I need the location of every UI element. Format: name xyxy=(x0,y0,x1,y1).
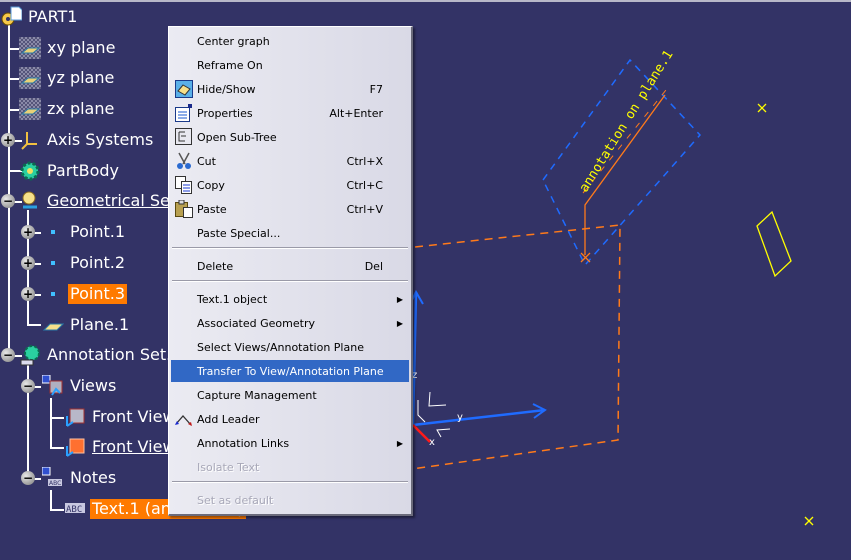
menu-item-associated-geometry[interactable]: Associated Geometry ▶ xyxy=(171,312,409,334)
tree-node-xy-plane[interactable]: xy plane xyxy=(19,36,117,60)
menu-separator xyxy=(172,481,408,483)
copy-icon xyxy=(173,175,195,195)
menu-item-open-sub-tree[interactable]: Open Sub-Tree xyxy=(171,126,409,148)
menu-item-paste-special[interactable]: Paste Special... xyxy=(171,222,409,244)
partbody-gear-icon xyxy=(19,160,41,182)
menu-item-center-graph[interactable]: Center graph xyxy=(171,30,409,52)
tree-node-point-3[interactable]: Point.3 xyxy=(42,282,127,306)
submenu-arrow-icon: ▶ xyxy=(396,294,403,304)
point-marker-icon[interactable] xyxy=(757,103,767,113)
axis-label-y: y xyxy=(457,412,463,423)
menu-separator xyxy=(172,280,408,282)
plane-surface-icon xyxy=(42,314,65,336)
point-icon xyxy=(42,252,64,274)
annotation-set-icon xyxy=(19,344,41,366)
3d-viewport[interactable]: annotation on plane.1 z y x xyxy=(0,0,851,560)
scissors-icon xyxy=(173,151,195,171)
tree-node-partbody[interactable]: PartBody xyxy=(19,159,121,183)
point-marker-icon[interactable] xyxy=(804,516,814,526)
menu-item-hide-show[interactable]: Hide/Show F7 xyxy=(171,78,409,100)
menu-item-select-views[interactable]: Select Views/Annotation Plane xyxy=(171,336,409,358)
menu-item-reframe-on[interactable]: Reframe On xyxy=(171,54,409,76)
plane-icon xyxy=(19,37,41,59)
menu-item-cut[interactable]: Cut Ctrl+X xyxy=(171,150,409,172)
plane-icon xyxy=(19,67,41,89)
tree-line xyxy=(50,490,52,510)
axis-label-x: x xyxy=(429,437,435,448)
point-icon xyxy=(42,283,64,305)
menu-item-add-leader[interactable]: Add Leader xyxy=(171,408,409,430)
menu-item-annotation-links[interactable]: Annotation Links ▶ xyxy=(171,432,409,454)
sub-tree-icon xyxy=(173,127,195,147)
text-abc-icon: ABC xyxy=(64,498,86,520)
collapse-toggle[interactable]: − xyxy=(21,471,35,485)
menu-item-set-as-default: Set as default xyxy=(197,493,274,507)
tree-node-point-1[interactable]: Point.1 xyxy=(42,220,127,244)
geometrical-set-icon xyxy=(19,190,41,212)
annotation-text[interactable]: annotation on plane.1 xyxy=(577,48,677,195)
collapse-toggle[interactable]: − xyxy=(21,379,35,393)
tree-node-axis-systems[interactable]: Axis Systems xyxy=(19,128,155,152)
menu-item-copy[interactable]: Copy Ctrl+C xyxy=(171,174,409,196)
svg-text:ABC: ABC xyxy=(49,480,61,487)
menu-item-text1-object[interactable]: Text.1 object ▶ xyxy=(171,288,409,310)
menu-item-isolate-text: Isolate Text xyxy=(197,460,260,474)
menu-item-delete[interactable]: Delete Del xyxy=(171,255,409,277)
tree-line xyxy=(50,398,52,448)
front-view-icon xyxy=(64,406,86,428)
paste-icon xyxy=(173,199,195,219)
menu-item-paste[interactable]: Paste Ctrl+V xyxy=(171,198,409,220)
submenu-arrow-icon: ▶ xyxy=(396,318,403,328)
hide-show-icon xyxy=(173,79,195,99)
tree-node-part1[interactable]: PART1 xyxy=(0,5,79,29)
context-menu: Center graph Reframe On Hide/Show F7 Pro… xyxy=(168,26,413,516)
tree-node-annotation-set[interactable]: Annotation Set.1 xyxy=(19,343,183,367)
tree-node-zx-plane[interactable]: zx plane xyxy=(19,97,116,121)
views-icon xyxy=(41,374,64,397)
expand-toggle[interactable]: + xyxy=(21,225,35,239)
svg-text:ABC: ABC xyxy=(66,505,82,515)
annotation-plane-outline[interactable] xyxy=(542,58,702,267)
collapse-toggle[interactable]: − xyxy=(1,194,15,208)
tree-line xyxy=(8,22,10,354)
properties-icon xyxy=(173,103,195,123)
tree-node-notes[interactable]: ABC Notes xyxy=(41,466,118,490)
small-plane-outline[interactable] xyxy=(756,210,792,278)
menu-item-properties[interactable]: Properties Alt+Enter xyxy=(171,102,409,124)
add-leader-icon xyxy=(173,409,195,429)
tree-node-yz-plane[interactable]: yz plane xyxy=(19,66,116,90)
tree-node-views[interactable]: Views xyxy=(41,374,118,398)
collapse-toggle[interactable]: − xyxy=(1,348,15,362)
menu-item-capture-management[interactable]: Capture Management xyxy=(171,384,409,406)
menu-item-transfer-to-view[interactable]: Transfer To View/Annotation Plane xyxy=(171,360,409,382)
submenu-arrow-icon: ▶ xyxy=(396,438,403,448)
expand-toggle[interactable]: + xyxy=(21,287,35,301)
part-icon xyxy=(0,6,23,28)
menu-separator xyxy=(172,247,408,249)
point-icon xyxy=(42,221,64,243)
expand-toggle[interactable]: + xyxy=(1,133,15,147)
axis-system[interactable]: z y x xyxy=(408,289,547,448)
notes-icon: ABC xyxy=(41,466,64,489)
plane-icon xyxy=(19,98,41,120)
front-view-active-icon xyxy=(64,436,86,458)
expand-toggle[interactable]: + xyxy=(21,256,35,270)
tree-node-point-2[interactable]: Point.2 xyxy=(42,251,127,275)
tree-node-plane-1[interactable]: Plane.1 xyxy=(42,313,131,337)
axis-system-icon xyxy=(19,129,41,151)
